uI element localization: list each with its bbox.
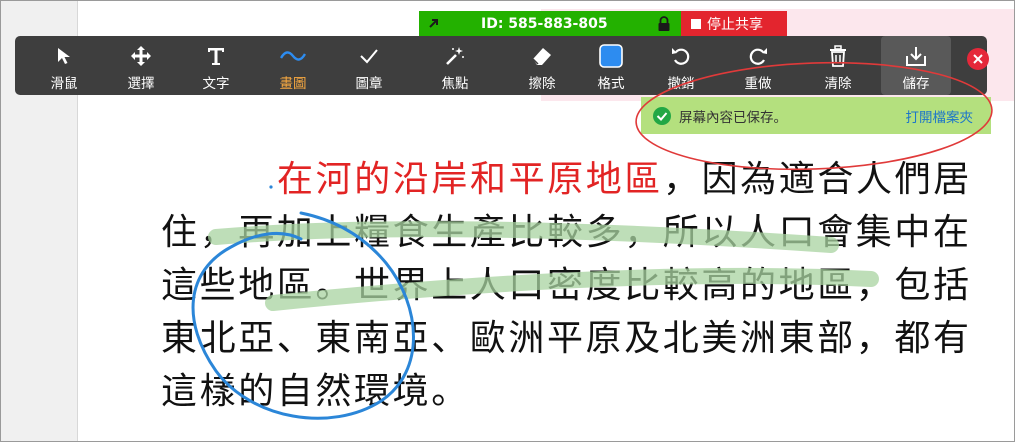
- highlighted-red-text: 在河的沿岸和平原地區: [277, 159, 664, 200]
- stop-square-icon: [691, 19, 701, 29]
- tool-label: 畫圖: [279, 76, 307, 92]
- tool-erase[interactable]: 擦除: [512, 36, 572, 95]
- format-color-icon: [598, 44, 624, 68]
- tool-label: 圖章: [355, 76, 383, 92]
- tool-label: 焦點: [441, 76, 469, 92]
- check-circle-icon: [653, 106, 671, 125]
- tool-label: 撤銷: [667, 76, 695, 92]
- tool-label: 擦除: [528, 76, 556, 92]
- mouse-pointer-icon: [51, 44, 77, 68]
- document-text: 在河的沿岸和平原地區，因為適合人們居 住，再加上糧食生產比較多，所以人口會集中在…: [161, 153, 1006, 418]
- spotlight-wand-icon: [442, 44, 468, 68]
- tool-clear[interactable]: 清除: [808, 36, 868, 95]
- tool-select[interactable]: 選擇: [111, 36, 171, 95]
- tool-save[interactable]: 儲存: [881, 36, 951, 95]
- open-folder-link[interactable]: 打開檔案夾: [906, 106, 974, 126]
- tool-label: 文字: [202, 76, 230, 92]
- meeting-id-text: ID: 585-883-805: [481, 16, 608, 32]
- share-status-bar: ID: 585-883-805 停止共享: [419, 11, 787, 37]
- annotation-toolbar: 滑鼠 選擇 文字 畫圖 圖章 焦點 擦除 格式 撤銷 重做 清除 儲存: [15, 36, 989, 95]
- notification-message: 屏幕內容已保存。: [679, 109, 787, 126]
- meeting-id-indicator[interactable]: ID: 585-883-805: [419, 11, 681, 37]
- expand-arrow-icon: [429, 19, 438, 28]
- tool-label: 清除: [824, 76, 852, 92]
- eraser-icon: [529, 44, 555, 68]
- redo-icon: [745, 44, 771, 68]
- close-icon: [973, 54, 983, 64]
- tool-label: 格式: [597, 76, 625, 92]
- tool-mouse[interactable]: 滑鼠: [34, 36, 94, 95]
- tool-format[interactable]: 格式: [581, 36, 641, 95]
- text-line: 這些地區。世界上人口密度比較高的地區，包括: [161, 265, 972, 306]
- draw-wave-icon: [280, 44, 306, 68]
- save-download-icon: [903, 44, 929, 68]
- close-toolbar-button[interactable]: [967, 48, 989, 70]
- tool-label: 選擇: [127, 76, 155, 92]
- tool-label: 重做: [744, 76, 772, 92]
- text-line-segment: ，因為適合人們居: [663, 159, 972, 200]
- stamp-check-icon: [356, 44, 382, 68]
- tool-undo[interactable]: 撤銷: [651, 36, 711, 95]
- tool-stamp[interactable]: 圖章: [339, 36, 399, 95]
- app-window: ID: 585-883-805 停止共享 滑鼠 選擇 文字 畫圖 圖章 焦點 擦…: [0, 0, 1015, 442]
- tool-draw[interactable]: 畫圖: [263, 36, 323, 95]
- move-icon: [128, 44, 154, 68]
- text-line: 東北亞、東南亞、歐洲平原及北美洲東部，都有: [161, 318, 972, 359]
- stop-share-label: 停止共享: [707, 17, 763, 33]
- save-notification: 屏幕內容已保存。 打開檔案夾: [641, 97, 991, 134]
- text-line: 在河的沿岸和平原地區，因為適合人們居: [161, 153, 1006, 206]
- stop-share-button[interactable]: 停止共享: [681, 11, 787, 37]
- text-line: 住，再加上糧食生產比較多，所以人口會集中在: [161, 212, 972, 253]
- tool-label: 儲存: [902, 76, 930, 92]
- text-icon: [203, 44, 229, 68]
- tool-text[interactable]: 文字: [186, 36, 246, 95]
- undo-icon: [668, 44, 694, 68]
- tool-spotlight[interactable]: 焦點: [425, 36, 485, 95]
- tool-label: 滑鼠: [50, 76, 78, 92]
- lock-icon: [658, 16, 670, 31]
- tool-redo[interactable]: 重做: [728, 36, 788, 95]
- text-line: 這樣的自然環境。: [161, 371, 470, 412]
- trash-icon: [825, 44, 851, 68]
